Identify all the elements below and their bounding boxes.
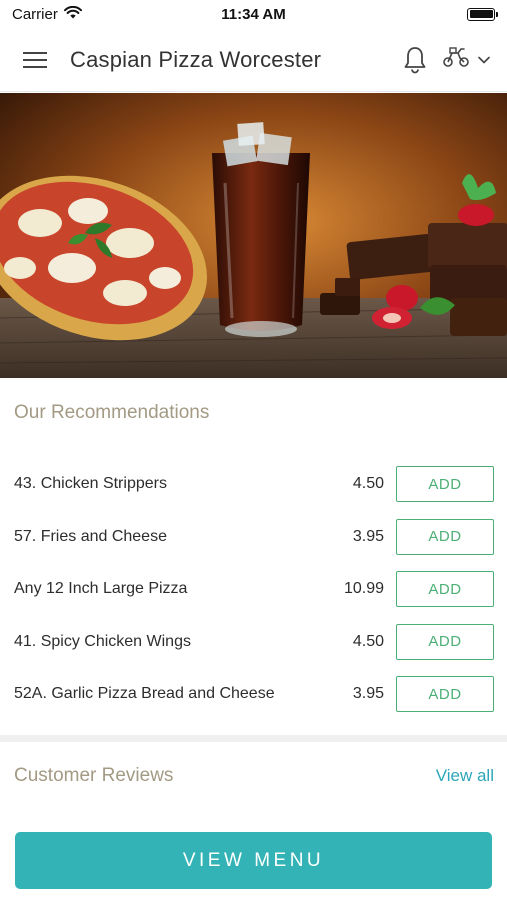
list-item[interactable]: 57. Fries and Cheese 3.95 ADD [0,511,507,564]
add-button[interactable]: ADD [396,518,494,555]
drink-illustration [212,122,310,337]
hero-image [0,93,507,378]
status-bar: Carrier 11:34 AM [0,0,507,28]
section-divider [0,735,507,742]
add-button[interactable]: ADD [396,571,494,608]
add-button[interactable]: ADD [396,623,494,660]
item-name: 43. Chicken Strippers [14,475,167,493]
item-name: 52A. Garlic Pizza Bread and Cheese [14,685,275,703]
add-button[interactable]: ADD [396,466,494,503]
wifi-icon [63,5,82,23]
view-all-reviews-link[interactable]: View all [436,766,494,786]
hamburger-menu-icon[interactable] [0,28,70,92]
carrier-label: Carrier [12,5,58,23]
list-item[interactable]: 41. Spicy Chicken Wings 4.50 ADD [0,616,507,669]
chevron-down-icon [478,51,490,69]
app-header: Caspian Pizza Worcester [0,28,507,92]
item-price: 10.99 [343,580,384,598]
status-left: Carrier [12,5,182,23]
list-item[interactable]: 43. Chicken Strippers 4.50 ADD [0,458,507,511]
status-right [325,7,498,21]
scooter-icon [442,46,470,73]
add-button[interactable]: ADD [396,676,494,713]
bell-icon[interactable] [395,28,435,92]
reviews-title: Customer Reviews [14,765,174,786]
recommendations-list: 43. Chicken Strippers 4.50 ADD 57. Fries… [0,458,507,721]
view-menu-button[interactable]: VIEW MENU [15,832,492,889]
item-price: 3.95 [352,685,384,703]
status-time: 11:34 AM [221,5,286,23]
list-item[interactable]: 52A. Garlic Pizza Bread and Cheese 3.95 … [0,668,507,721]
item-price: 4.50 [352,632,384,650]
battery-icon [467,7,498,21]
list-item[interactable]: Any 12 Inch Large Pizza 10.99 ADD [0,563,507,616]
page-title: Caspian Pizza Worcester [70,46,322,72]
item-name: Any 12 Inch Large Pizza [14,580,188,598]
item-name: 41. Spicy Chicken Wings [14,632,191,650]
recommendations-title: Our Recommendations [14,402,210,423]
item-name: 57. Fries and Cheese [14,527,167,545]
item-price: 3.95 [352,527,384,545]
item-price: 4.50 [352,475,384,493]
delivery-mode-selector[interactable] [435,28,507,92]
